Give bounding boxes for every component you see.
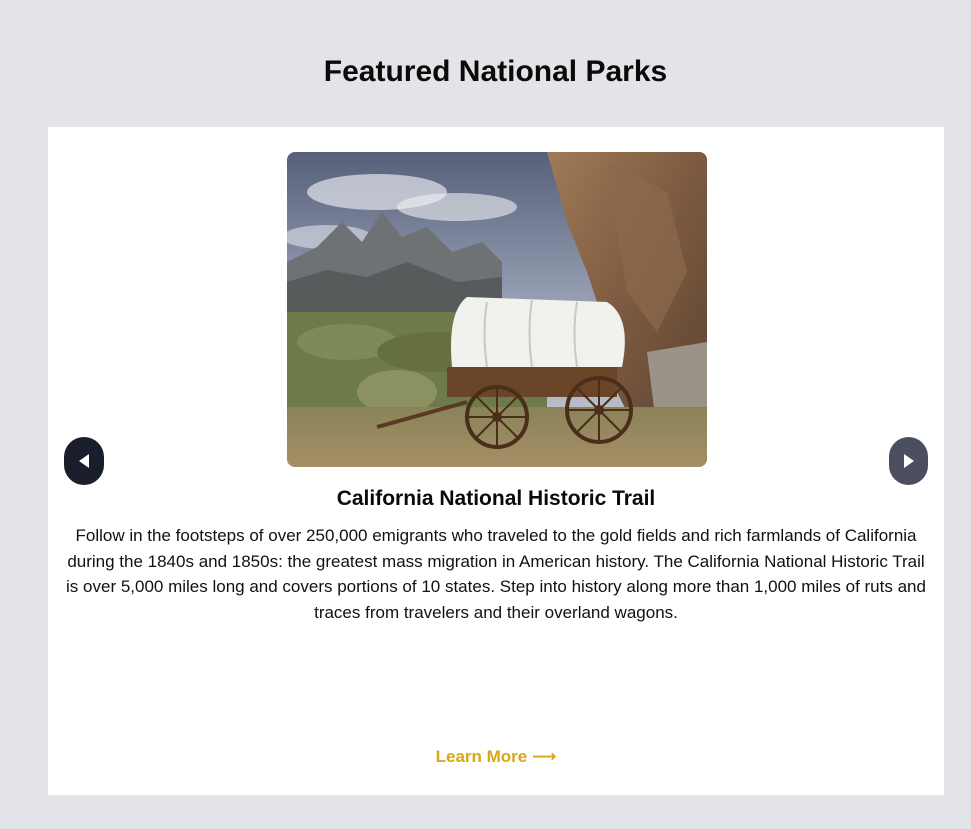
- covered-wagon-photo: [287, 152, 707, 467]
- slide-description: Follow in the footsteps of over 250,000 …: [66, 526, 926, 622]
- carousel-next-button[interactable]: [889, 437, 928, 485]
- slide-title: California National Historic Trail: [336, 487, 656, 510]
- section-title: Featured National Parks: [323, 55, 668, 88]
- carousel-card: California National Historic Trail Follo…: [48, 127, 944, 795]
- learn-more-link[interactable]: Learn More ⟶: [48, 747, 944, 767]
- triangle-left-icon: [79, 454, 89, 468]
- carousel-prev-button[interactable]: [64, 437, 104, 485]
- slide-image: [287, 152, 707, 467]
- page: Featured National Parks California Natio…: [0, 0, 971, 829]
- triangle-right-icon: [903, 454, 914, 468]
